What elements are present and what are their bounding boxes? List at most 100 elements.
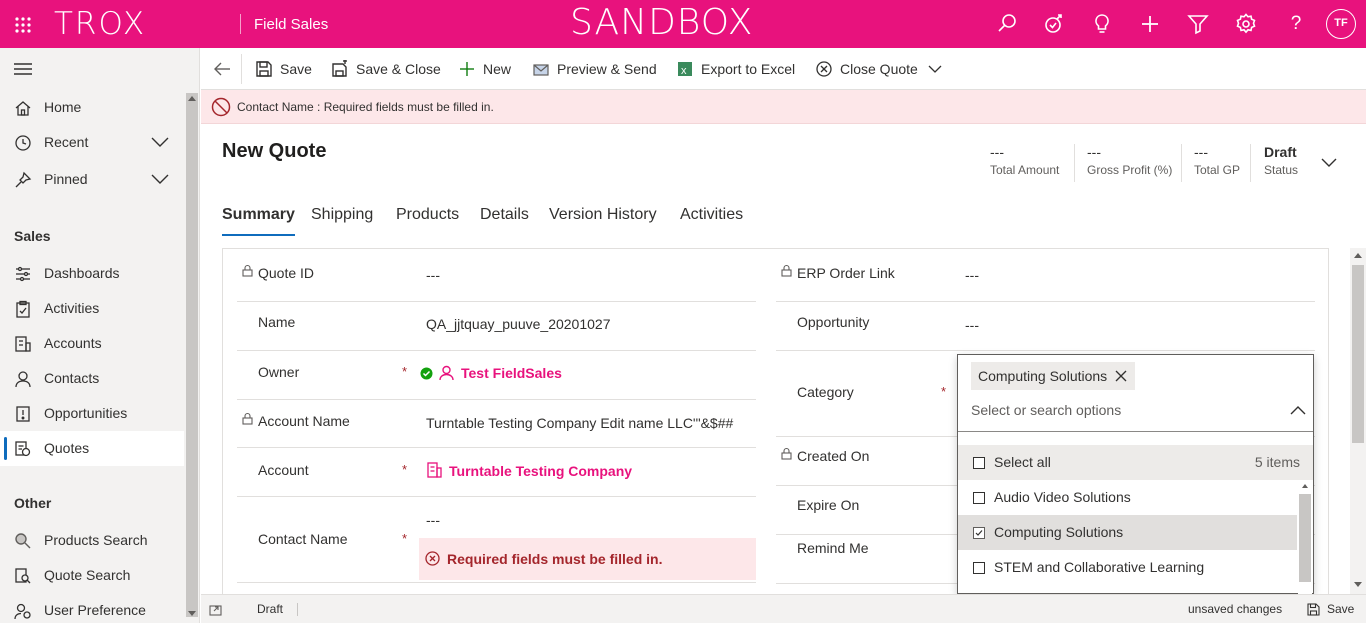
save-label: Save	[280, 61, 312, 77]
chevron-up-icon[interactable]	[1290, 405, 1306, 415]
owner-link[interactable]: Test FieldSales	[461, 365, 562, 381]
filter-icon[interactable]	[1186, 12, 1210, 36]
field-contact-name: Contact Name * --- Required fields must …	[237, 497, 756, 583]
sidebar-item-accounts[interactable]: Accounts	[0, 326, 184, 361]
person-icon	[15, 371, 31, 388]
field-account-name: Account Name Turntable Testing Company E…	[237, 400, 756, 448]
field-value: ---	[426, 267, 440, 283]
sidebar-item-activities[interactable]: Activities	[0, 291, 184, 326]
option-label: STEM and Collaborative Learning	[994, 559, 1205, 575]
field-error-text: Required fields must be filled in.	[447, 551, 663, 567]
sidebar-item-home[interactable]: Home	[0, 90, 184, 125]
chevron-down-icon[interactable]	[928, 65, 942, 73]
checkbox-checked[interactable]	[973, 527, 985, 539]
field-name[interactable]: Name QA_jjtquay_puuve_20201027	[237, 302, 756, 351]
tab-summary[interactable]: Summary	[222, 206, 295, 236]
export-excel-button[interactable]: x Export to Excel	[676, 48, 796, 90]
footer-save-button[interactable]: Save	[1327, 595, 1354, 624]
option-computing-solutions[interactable]: Computing Solutions	[958, 515, 1297, 550]
sidebar-item-label: Activities	[44, 300, 100, 316]
checkbox[interactable]	[973, 562, 985, 574]
required-marker: *	[941, 384, 947, 399]
category-chip[interactable]: Computing Solutions	[971, 362, 1136, 390]
field-label: Category	[797, 384, 854, 400]
app-launcher-icon[interactable]	[14, 16, 32, 34]
sidebar-group-sales: Sales	[14, 228, 51, 244]
kpi-value: ---	[1087, 144, 1101, 160]
dropdown-scrollbar[interactable]	[1298, 480, 1312, 595]
checkbox[interactable]	[973, 492, 985, 504]
category-dropdown[interactable]: Computing Solutions Select or search opt…	[957, 354, 1314, 595]
close-quote-button[interactable]: Close Quote	[815, 48, 920, 90]
sidebar-item-recent[interactable]: Recent	[0, 125, 184, 160]
save-icon[interactable]	[1307, 603, 1320, 616]
tab-details[interactable]: Details	[480, 206, 529, 234]
back-arrow-icon[interactable]	[213, 61, 231, 77]
user-avatar[interactable]: TF	[1326, 9, 1356, 39]
save-button[interactable]: Save	[255, 48, 315, 90]
chevron-down-icon[interactable]	[1321, 158, 1337, 168]
sidebar-item-label: User Preference	[44, 602, 146, 618]
help-icon[interactable]: ?	[1284, 12, 1308, 36]
sidebar-scrollbar[interactable]	[186, 93, 198, 617]
lock-icon	[781, 264, 792, 277]
footer-status: Draft	[257, 602, 284, 616]
sidebar-item-products-search[interactable]: Products Search	[0, 523, 184, 558]
task-icon[interactable]	[1042, 12, 1066, 36]
unsaved-changes-label: unsaved changes	[1188, 602, 1283, 616]
scroll-down-arrow-icon[interactable]	[188, 611, 196, 616]
search-icon[interactable]	[995, 12, 1019, 36]
settings-icon[interactable]	[1234, 12, 1258, 36]
tab-shipping[interactable]: Shipping	[311, 206, 373, 234]
new-button[interactable]: New	[458, 48, 518, 90]
chevron-down-icon[interactable]	[151, 137, 169, 147]
close-circle-icon	[816, 61, 832, 77]
tab-products[interactable]: Products	[396, 206, 459, 234]
error-banner-text[interactable]: Contact Name : Required fields must be f…	[237, 90, 494, 124]
plus-icon[interactable]	[1138, 12, 1162, 36]
kpi-total-gp: --- Total GP	[1194, 144, 1240, 177]
option-audio-video[interactable]: Audio Video Solutions	[958, 480, 1297, 515]
checkbox[interactable]	[973, 457, 985, 469]
scroll-up-arrow-icon[interactable]	[1354, 253, 1362, 258]
field-label: Account	[258, 462, 309, 478]
category-combobox[interactable]: Computing Solutions Select or search opt…	[958, 355, 1313, 432]
close-icon[interactable]	[1115, 370, 1127, 382]
scrollbar-thumb[interactable]	[1352, 265, 1364, 443]
contact-name-input[interactable]: ---	[426, 512, 440, 528]
excel-icon: x	[678, 62, 692, 77]
tab-activities[interactable]: Activities	[680, 206, 743, 234]
sidebar-item-user-preference[interactable]: User Preference	[0, 593, 184, 623]
field-label: Remind Me	[797, 540, 869, 556]
name-input[interactable]: QA_jjtquay_puuve_20201027	[426, 316, 611, 332]
sidebar-item-pinned[interactable]: Pinned	[0, 162, 184, 197]
option-select-all[interactable]: Select all 5 items	[958, 445, 1313, 480]
kpi-status: Draft Status	[1264, 144, 1298, 177]
sidebar-item-opportunities[interactable]: Opportunities	[0, 396, 184, 431]
sidebar-item-quotes[interactable]: Quotes	[0, 431, 184, 466]
scroll-down-arrow-icon[interactable]	[1354, 582, 1362, 587]
trox-logo: TROX	[54, 6, 147, 42]
lock-icon	[781, 447, 792, 460]
hamburger-icon[interactable]	[14, 62, 32, 76]
save-close-button[interactable]: Save & Close	[331, 48, 441, 90]
scroll-up-arrow-icon[interactable]	[188, 96, 196, 101]
opportunity-input[interactable]: ---	[965, 317, 979, 333]
lightbulb-icon[interactable]	[1090, 12, 1114, 36]
preview-send-button[interactable]: Preview & Send	[532, 48, 657, 90]
header-divider	[240, 14, 241, 34]
option-stem[interactable]: STEM and Collaborative Learning	[958, 550, 1297, 585]
command-bar: Save Save & Close New Preview & Send x E…	[201, 48, 1366, 90]
tab-version-history[interactable]: Version History	[549, 206, 657, 234]
app-name[interactable]: Field Sales	[254, 16, 328, 33]
account-link[interactable]: Turntable Testing Company	[449, 463, 632, 479]
category-search-input[interactable]: Select or search options	[971, 402, 1121, 418]
chevron-down-icon[interactable]	[151, 174, 169, 184]
open-in-window-icon[interactable]	[209, 604, 222, 616]
kpi-label: Gross Profit (%)	[1087, 163, 1173, 177]
sidebar-item-quote-search[interactable]: Quote Search	[0, 558, 184, 593]
error-banner: Contact Name : Required fields must be f…	[201, 90, 1366, 124]
sidebar-item-dashboards[interactable]: Dashboards	[0, 256, 184, 291]
field-value: ---	[965, 267, 979, 283]
sidebar-item-contacts[interactable]: Contacts	[0, 361, 184, 396]
